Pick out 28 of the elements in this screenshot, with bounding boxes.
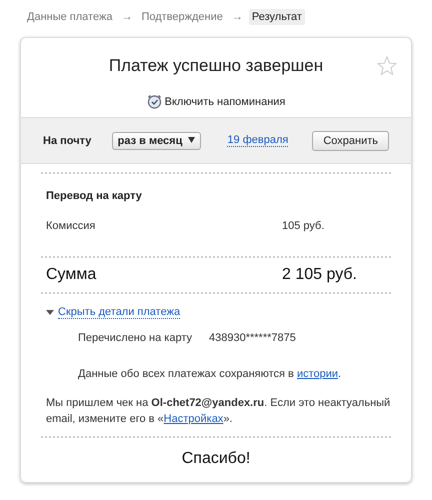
arrow-separator: → — [232, 11, 243, 23]
total-value: 2 105 руб. — [282, 266, 357, 284]
commission-label: Комиссия — [46, 220, 96, 232]
details-toggle-link[interactable]: Скрыть детали платежа — [46, 306, 180, 319]
breadcrumb-item[interactable]: Данные платежа — [24, 9, 116, 25]
breadcrumb-item[interactable]: Подтверждение — [138, 9, 226, 25]
card-label: Перечислено на карту — [78, 332, 194, 344]
star-icon[interactable] — [377, 56, 397, 76]
frequency-dropdown[interactable]: раз в месяц — [112, 132, 202, 150]
section-title: Перевод на карту — [46, 190, 143, 202]
caret-icon — [46, 310, 54, 315]
date-link[interactable]: 19 февраля — [227, 134, 288, 147]
caret-icon — [188, 136, 196, 142]
settings-link[interactable]: Настройках — [164, 412, 224, 425]
reminder-link[interactable]: Включить напоминания — [164, 96, 286, 108]
card-number: 438930******7875 — [209, 332, 296, 344]
commission-value: 105 руб. — [282, 220, 324, 232]
thanks-text: Спасибо! — [180, 450, 252, 468]
arrow-separator: → — [121, 11, 132, 23]
reminder-label: На почту — [43, 134, 92, 146]
total-label: Сумма — [46, 266, 98, 284]
alarm-clock-icon — [146, 94, 162, 109]
page-title: Платеж успешно завершен — [108, 56, 324, 76]
history-link[interactable]: истории — [296, 368, 338, 380]
breadcrumb-item[interactable]: Результат — [248, 9, 305, 25]
save-button[interactable]: Сохранить — [312, 130, 389, 150]
history-note: Данные обо всех платежах сохраняются в истории. — [78, 368, 342, 380]
receipt-note: Мы пришлем чек на Ol-chet72@yandex.ru. Если это неактуальный email, измените его в «Настройках». — [46, 396, 391, 427]
